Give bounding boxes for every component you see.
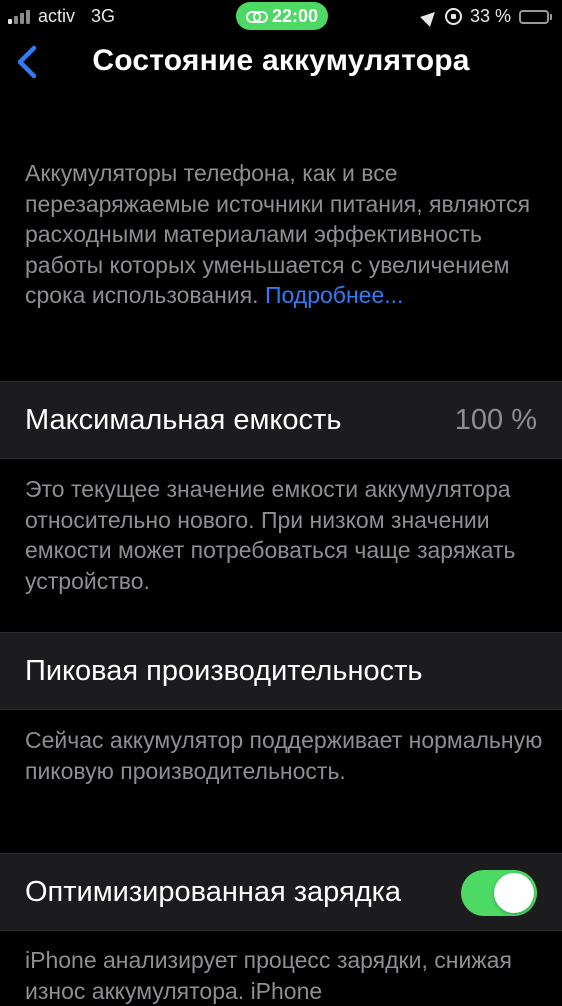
toggle-knob	[494, 873, 534, 913]
signal-strength-icon	[8, 9, 30, 24]
link-icon	[245, 10, 268, 23]
max-capacity-row: Максимальная емкость 100 %	[0, 381, 562, 459]
peak-performance-row: Пиковая производительность	[0, 632, 562, 710]
intro-description: Аккумуляторы телефона, как и все перезар…	[25, 158, 545, 311]
carrier-name: activ	[38, 6, 76, 26]
peak-performance-footnote: Сейчас аккумулятор поддерживает нормальн…	[25, 727, 543, 784]
network-type: 3G	[91, 6, 116, 26]
page-title: Состояние аккумулятора	[92, 44, 470, 77]
status-right: 33 %	[420, 6, 552, 27]
hotspot-pill[interactable]: 22:00	[236, 2, 328, 30]
max-capacity-label: Максимальная емкость	[25, 404, 342, 436]
max-capacity-value: 100 %	[454, 404, 537, 436]
peak-performance-label: Пиковая производительность	[25, 655, 423, 687]
status-bar: activ 3G 22:00 33 %	[0, 0, 562, 32]
battery-percent: 33 %	[469, 6, 511, 26]
optimized-charging-label: Оптимизированная зарядка	[25, 876, 402, 908]
optimized-charging-row: Оптимизированная зарядка	[0, 853, 562, 931]
optimized-charging-footnote: iPhone анализирует процесс зарядки, сниж…	[25, 947, 512, 1004]
location-arrow-icon	[420, 6, 440, 27]
navigation-bar: Состояние аккумулятора	[0, 32, 562, 92]
status-left: activ 3G	[8, 6, 115, 27]
battery-icon	[519, 9, 552, 24]
status-time: 22:00	[271, 5, 319, 26]
learn-more-link[interactable]: Подробнее...	[265, 282, 403, 308]
orientation-lock-icon	[444, 8, 462, 25]
optimized-charging-toggle[interactable]	[461, 870, 537, 916]
max-capacity-footnote: Это текущее значение емкости аккумулятор…	[25, 476, 516, 594]
